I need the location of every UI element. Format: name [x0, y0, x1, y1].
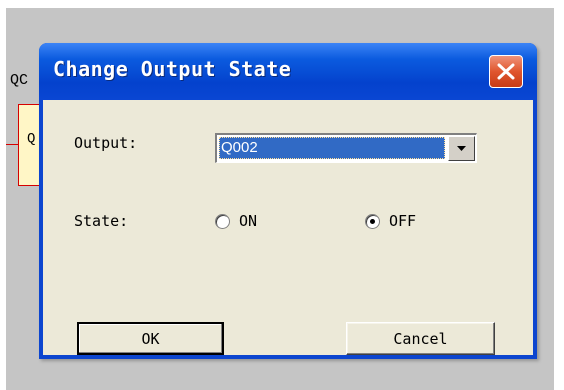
- dialog-client-area: Output: Q002 State: ON OFF OK Cancel: [43, 100, 533, 355]
- radio-on-circle[interactable]: [215, 213, 230, 229]
- output-select-value: Q002: [219, 137, 445, 159]
- chevron-down-icon: [457, 146, 466, 151]
- radio-off-circle[interactable]: [365, 213, 380, 229]
- state-radio-on[interactable]: ON: [215, 212, 257, 230]
- state-label: State:: [74, 212, 129, 230]
- output-dropdown-button[interactable]: [448, 136, 475, 161]
- dialog-title: Change Output State: [53, 57, 292, 81]
- cancel-button[interactable]: Cancel: [346, 322, 495, 355]
- output-label: Output:: [74, 134, 138, 152]
- radio-off-label: OFF: [389, 212, 417, 230]
- background-label: QC: [10, 72, 29, 89]
- close-button[interactable]: [489, 55, 523, 88]
- dialog-titlebar[interactable]: Change Output State: [39, 43, 537, 100]
- close-x-icon: [497, 63, 515, 80]
- background-block-text: Q: [27, 131, 36, 147]
- change-output-state-dialog: Change Output State Output: Q002 State: …: [39, 43, 537, 359]
- state-radio-off[interactable]: OFF: [365, 212, 416, 230]
- radio-on-label: ON: [239, 212, 258, 230]
- output-select[interactable]: Q002: [215, 133, 477, 163]
- ok-button[interactable]: OK: [77, 322, 224, 355]
- radio-selected-dot: [370, 218, 375, 224]
